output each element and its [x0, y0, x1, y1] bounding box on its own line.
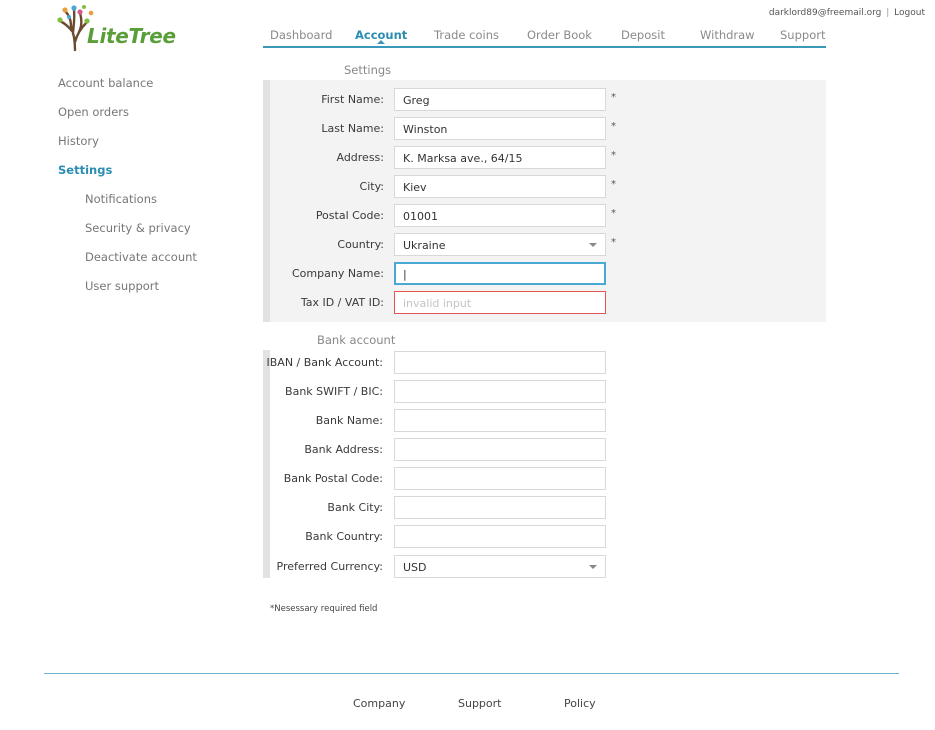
company-name-field[interactable]: | [394, 262, 606, 285]
bank-city-label: Bank City: [327, 501, 383, 514]
top-navigation: Dashboard Account Trade coins Order Book… [263, 28, 826, 48]
sidebar-item-open-orders[interactable]: Open orders [58, 105, 129, 119]
logout-link[interactable]: Logout [894, 8, 925, 18]
swift-label: Bank SWIFT / BIC: [285, 385, 383, 398]
tab-withdraw[interactable]: Withdraw [700, 28, 755, 42]
required-field-note: *Nesessary required field [270, 604, 378, 614]
tax-id-field[interactable]: invalid input [394, 291, 606, 314]
footer-link-policy[interactable]: Policy [564, 697, 596, 710]
footer-link-support[interactable]: Support [458, 697, 501, 710]
sidebar-item-notifications[interactable]: Notifications [85, 192, 157, 206]
sidebar-item-settings[interactable]: Settings [58, 163, 112, 177]
first-name-field[interactable]: Greg [394, 88, 606, 111]
text-cursor: | [403, 268, 407, 281]
user-bar: darklord89@freemail.org | Logout [769, 8, 925, 18]
bank-postal-code-label: Bank Postal Code: [283, 472, 383, 485]
sidebar-item-deactivate-account[interactable]: Deactivate account [85, 250, 197, 264]
chevron-down-icon [589, 565, 597, 569]
iban-label: IBAN / Bank Account: [266, 356, 384, 369]
city-label: City: [359, 180, 384, 193]
country-select[interactable]: Ukraine [394, 233, 606, 256]
tab-trade-coins[interactable]: Trade coins [434, 28, 499, 42]
tab-order-book[interactable]: Order Book [527, 28, 592, 42]
postal-code-field[interactable]: 01001 [394, 204, 606, 227]
settings-section-title: Settings [344, 63, 392, 77]
iban-field[interactable] [394, 351, 606, 374]
bank-country-label: Bank Country: [305, 530, 383, 543]
sidebar-item-security-privacy[interactable]: Security & privacy [85, 221, 191, 235]
last-name-required-mark: * [611, 121, 616, 132]
bank-country-field[interactable] [394, 525, 606, 548]
tab-dashboard[interactable]: Dashboard [270, 28, 332, 42]
postal-code-label: Postal Code: [315, 209, 384, 222]
address-required-mark: * [611, 150, 616, 161]
tab-deposit[interactable]: Deposit [621, 28, 665, 42]
tab-account[interactable]: Account [355, 28, 407, 44]
postal-code-required-mark: * [611, 208, 616, 219]
footer-link-company[interactable]: Company [353, 697, 405, 710]
user-email-link[interactable]: darklord89@freemail.org [769, 8, 882, 18]
active-tab-caret-icon [377, 40, 386, 44]
bank-section-title: Bank account [317, 333, 396, 347]
bank-address-field[interactable] [394, 438, 606, 461]
first-name-required-mark: * [611, 92, 616, 103]
logo[interactable]: LiteTree [57, 4, 176, 52]
bank-address-label: Bank Address: [304, 443, 383, 456]
bank-name-label: Bank Name: [315, 414, 383, 427]
first-name-label: First Name: [321, 93, 384, 106]
bank-name-field[interactable] [394, 409, 606, 432]
country-label: Country: [337, 238, 384, 251]
footer-divider [44, 673, 899, 674]
address-label: Address: [336, 151, 384, 164]
preferred-currency-select[interactable]: USD [394, 555, 606, 578]
tab-support[interactable]: Support [780, 28, 825, 42]
city-required-mark: * [611, 179, 616, 190]
tax-id-label: Tax ID / VAT ID: [300, 296, 384, 309]
company-name-label: Company Name: [292, 267, 384, 280]
preferred-currency-label: Preferred Currency: [276, 560, 383, 573]
tax-id-error-placeholder: invalid input [403, 297, 472, 310]
chevron-down-icon [589, 243, 597, 247]
logo-text: LiteTree [87, 24, 176, 48]
country-select-value: Ukraine [403, 239, 446, 252]
city-field[interactable]: Kiev [394, 175, 606, 198]
bank-city-field[interactable] [394, 496, 606, 519]
swift-field[interactable] [394, 380, 606, 403]
bank-postal-code-field[interactable] [394, 467, 606, 490]
preferred-currency-value: USD [403, 561, 427, 574]
sidebar-item-user-support[interactable]: User support [85, 279, 159, 293]
last-name-label: Last Name: [321, 122, 384, 135]
address-field[interactable]: K. Marksa ave., 64/15 [394, 146, 606, 169]
last-name-field[interactable]: Winston [394, 117, 606, 140]
sidebar-item-account-balance[interactable]: Account balance [58, 76, 153, 90]
country-required-mark: * [611, 237, 616, 248]
sidebar-item-history[interactable]: History [58, 134, 99, 148]
user-bar-separator: | [886, 8, 890, 18]
